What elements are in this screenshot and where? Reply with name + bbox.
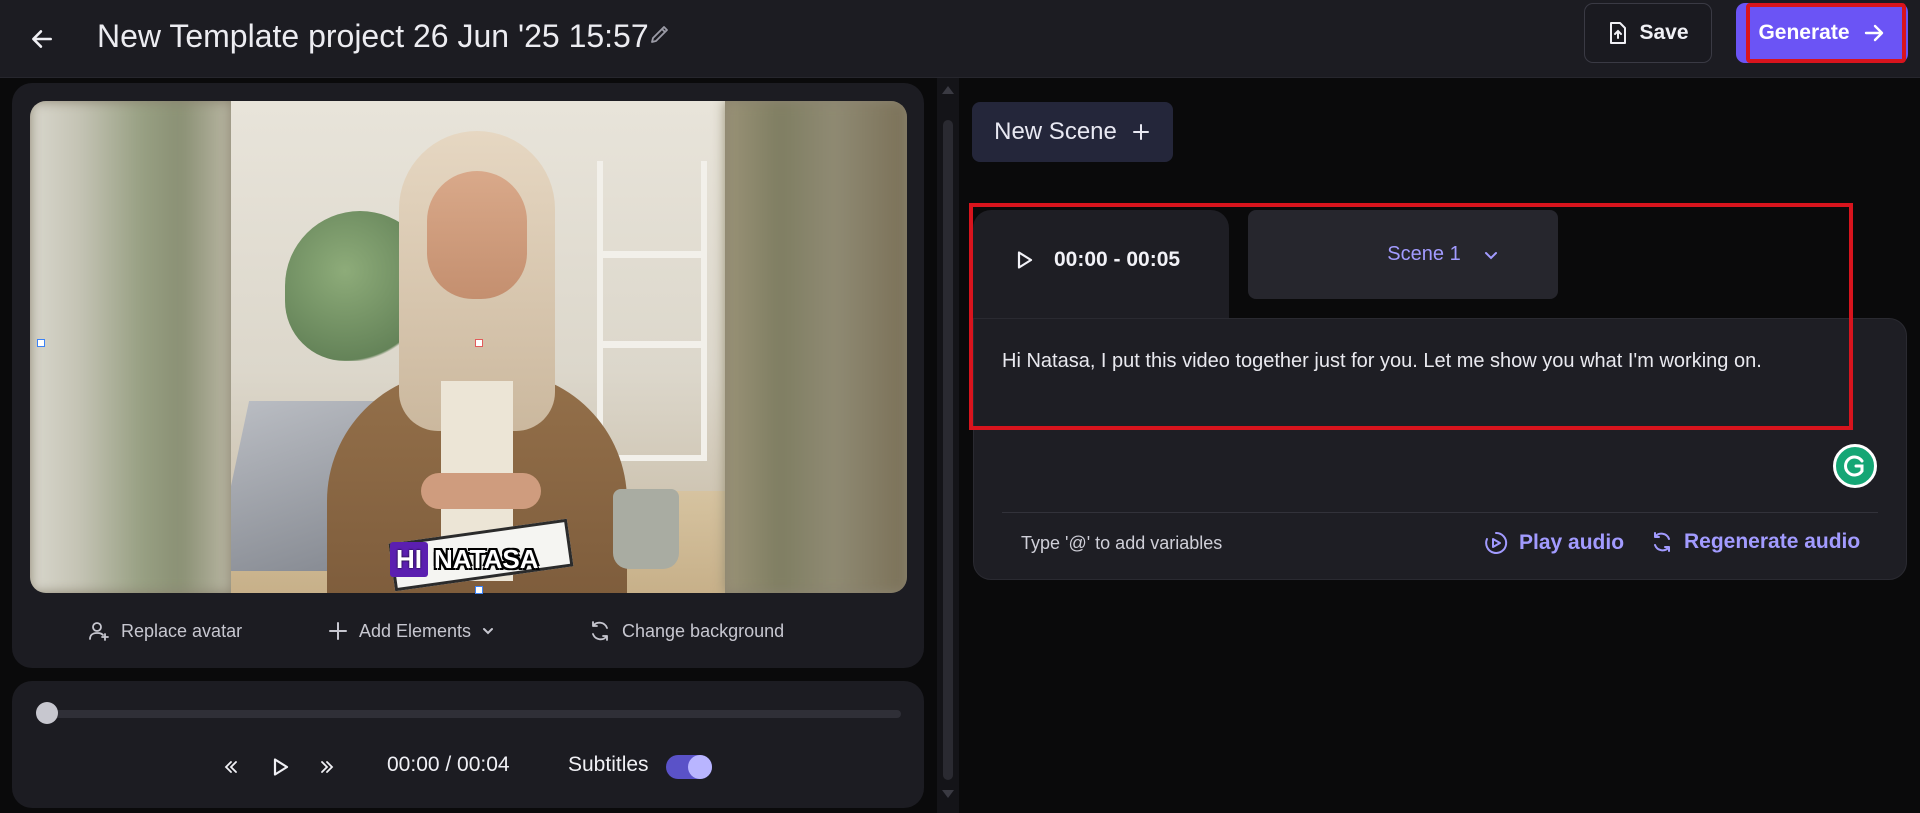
save-button[interactable]: Save xyxy=(1584,3,1712,63)
rewind-button[interactable] xyxy=(220,752,242,782)
new-scene-label: New Scene xyxy=(994,118,1117,145)
center-handle[interactable] xyxy=(475,339,483,347)
save-label: Save xyxy=(1639,21,1689,44)
add-elements-label: Add Elements xyxy=(359,620,472,641)
forward-button[interactable] xyxy=(316,752,338,782)
avatar-face xyxy=(427,171,527,299)
regenerate-audio-label: Regenerate audio xyxy=(1684,530,1861,553)
arrow-right-icon xyxy=(1864,24,1883,42)
caption-highlight-word: HI xyxy=(390,542,428,577)
plus-icon xyxy=(1132,124,1149,140)
grammarly-icon[interactable] xyxy=(1833,444,1877,488)
script-divider xyxy=(1002,512,1878,513)
timeline-track[interactable] xyxy=(46,710,901,718)
play-icon xyxy=(1017,251,1033,269)
plus-icon xyxy=(329,622,347,640)
caption-word: NATASA xyxy=(434,544,539,574)
variables-hint: Type '@' to add variables xyxy=(1021,533,1223,553)
scrollbar-thumb[interactable] xyxy=(943,120,953,780)
top-bar: New Template project 26 Jun '25 15:57 Sa… xyxy=(0,0,1920,78)
toggle-knob xyxy=(688,755,712,779)
shelf-row xyxy=(597,251,707,258)
replace-avatar-label: Replace avatar xyxy=(121,620,243,641)
subtitles-toggle[interactable] xyxy=(666,755,712,779)
playback-time: 00:00 / 00:04 xyxy=(387,753,510,776)
scene-time-range: 00:00 - 00:05 xyxy=(1054,248,1181,271)
shelf-decor xyxy=(597,161,707,461)
user-plus-icon xyxy=(89,622,109,641)
shelf-row xyxy=(597,341,707,348)
double-chevron-right-icon xyxy=(321,761,334,773)
change-background-label: Change background xyxy=(622,620,785,641)
play-audio-label: Play audio xyxy=(1519,531,1625,554)
file-upload-icon xyxy=(1610,22,1627,44)
new-scene-button[interactable]: New Scene xyxy=(972,102,1173,162)
chevron-down-icon xyxy=(1484,251,1497,259)
refresh-icon xyxy=(592,621,608,641)
double-chevron-left-icon xyxy=(224,761,237,773)
scene-name: Scene 1 xyxy=(1387,243,1461,265)
background-blur-left xyxy=(30,101,231,593)
pencil-icon[interactable] xyxy=(648,22,674,48)
play-button[interactable] xyxy=(266,752,294,782)
subtitles-label: Subtitles xyxy=(568,753,649,776)
scene-play-button[interactable]: 00:00 - 00:05 xyxy=(1012,248,1180,272)
subtitle-caption: HI NATASA xyxy=(390,542,538,577)
resize-handle-bottom[interactable] xyxy=(475,586,483,594)
scroll-down-arrow[interactable] xyxy=(942,790,954,798)
background-blur-right xyxy=(725,101,907,593)
arrow-left-icon xyxy=(32,30,52,48)
back-button[interactable] xyxy=(22,19,62,59)
play-audio-icon xyxy=(1485,531,1508,554)
replace-avatar-button[interactable]: Replace avatar xyxy=(87,616,242,646)
avatar-hands xyxy=(421,473,541,509)
scene-selector[interactable]: Scene 1 xyxy=(1248,210,1558,299)
timeline-scrubber[interactable] xyxy=(36,702,58,724)
mug-decor xyxy=(613,489,679,569)
project-title: New Template project 26 Jun '25 15:57 xyxy=(97,18,649,54)
generate-button[interactable]: Generate xyxy=(1736,3,1908,63)
scroll-up-arrow[interactable] xyxy=(942,86,954,94)
script-text[interactable]: Hi Natasa, I put this video together jus… xyxy=(1002,350,1762,373)
change-background-button[interactable]: Change background xyxy=(588,616,784,646)
video-preview[interactable] xyxy=(30,101,907,593)
play-icon xyxy=(273,758,289,776)
resize-handle-left[interactable] xyxy=(37,339,45,347)
playback-panel xyxy=(12,681,924,808)
generate-label: Generate xyxy=(1758,21,1850,44)
add-elements-button[interactable]: Add Elements xyxy=(327,616,495,646)
play-audio-button[interactable]: Play audio xyxy=(1483,530,1624,556)
avatar-image[interactable] xyxy=(231,101,725,593)
regenerate-audio-button[interactable]: Regenerate audio xyxy=(1650,530,1860,554)
refresh-icon xyxy=(1654,532,1670,552)
chevron-down-icon xyxy=(483,628,494,635)
